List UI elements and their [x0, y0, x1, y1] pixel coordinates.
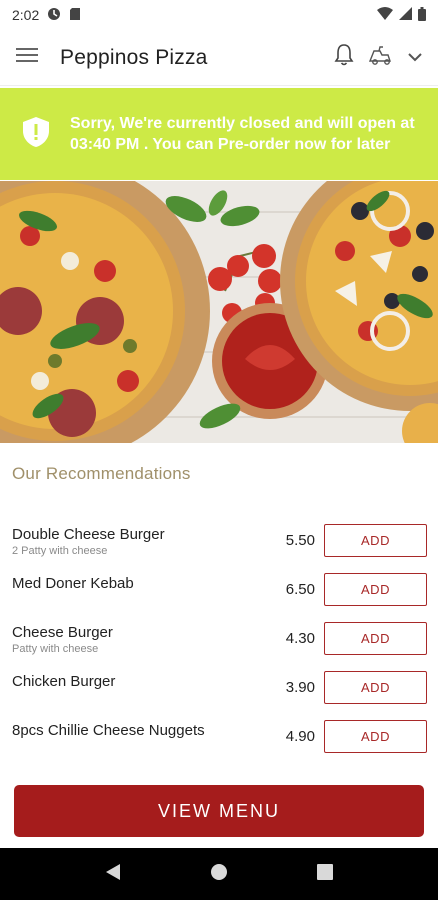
status-time: 2:02	[12, 7, 40, 23]
app-bar: Peppinos Pizza	[0, 30, 438, 86]
hero-image	[0, 181, 438, 443]
item-name: Double Cheese Burger	[12, 526, 165, 543]
item-price: 6.50	[285, 581, 315, 598]
add-button[interactable]: ADD	[324, 622, 427, 655]
menu-icon[interactable]	[16, 47, 38, 68]
item-name: Cheese Burger	[12, 624, 113, 641]
item-description: Patty with cheese	[12, 643, 99, 655]
status-bar: 2:02	[0, 0, 438, 30]
system-nav-bar	[0, 848, 438, 900]
closed-banner: Sorry, We're currently closed and will o…	[0, 88, 438, 180]
item-price: 3.90	[285, 679, 315, 696]
banner-message: Sorry, We're currently closed and will o…	[70, 115, 415, 153]
list-item: Cheese Burger Patty with cheese 4.30 ADD	[0, 616, 438, 665]
list-item: Chicken Burger 3.90 ADD	[0, 665, 438, 714]
delivery-mode-icon[interactable]	[368, 45, 394, 70]
bell-icon[interactable]	[334, 43, 354, 72]
item-name: Chicken Burger	[12, 673, 116, 690]
recommendations-list: Double Cheese Burger 2 Patty with cheese…	[0, 518, 438, 763]
list-item: 8pcs Chillie Cheese Nuggets 4.90 ADD	[0, 714, 438, 763]
view-menu-button[interactable]: VIEW MENU	[14, 785, 424, 837]
item-price: 4.30	[285, 630, 315, 647]
sd-card-icon	[69, 7, 81, 24]
recents-icon[interactable]	[317, 863, 334, 885]
recommendations-title: Our Recommendations	[12, 464, 191, 483]
shield-alert-icon	[22, 116, 50, 153]
cell-signal-icon	[399, 7, 412, 23]
item-description: 2 Patty with cheese	[12, 545, 108, 557]
wifi-icon	[377, 7, 393, 23]
add-button[interactable]: ADD	[324, 720, 427, 753]
item-price: 5.50	[285, 532, 315, 549]
add-button[interactable]: ADD	[324, 573, 427, 606]
add-button[interactable]: ADD	[324, 524, 427, 557]
back-icon[interactable]	[105, 863, 121, 886]
list-item: Double Cheese Burger 2 Patty with cheese…	[0, 518, 438, 567]
data-saver-icon	[47, 7, 61, 24]
item-name: Med Doner Kebab	[12, 575, 134, 592]
battery-icon	[418, 6, 426, 24]
add-button[interactable]: ADD	[324, 671, 427, 704]
item-name: 8pcs Chillie Cheese Nuggets	[12, 722, 205, 739]
list-item: Med Doner Kebab 6.50 ADD	[0, 567, 438, 616]
home-icon[interactable]	[210, 863, 228, 886]
chevron-down-icon[interactable]	[408, 49, 422, 67]
app-title: Peppinos Pizza	[60, 45, 208, 69]
item-price: 4.90	[285, 728, 315, 745]
